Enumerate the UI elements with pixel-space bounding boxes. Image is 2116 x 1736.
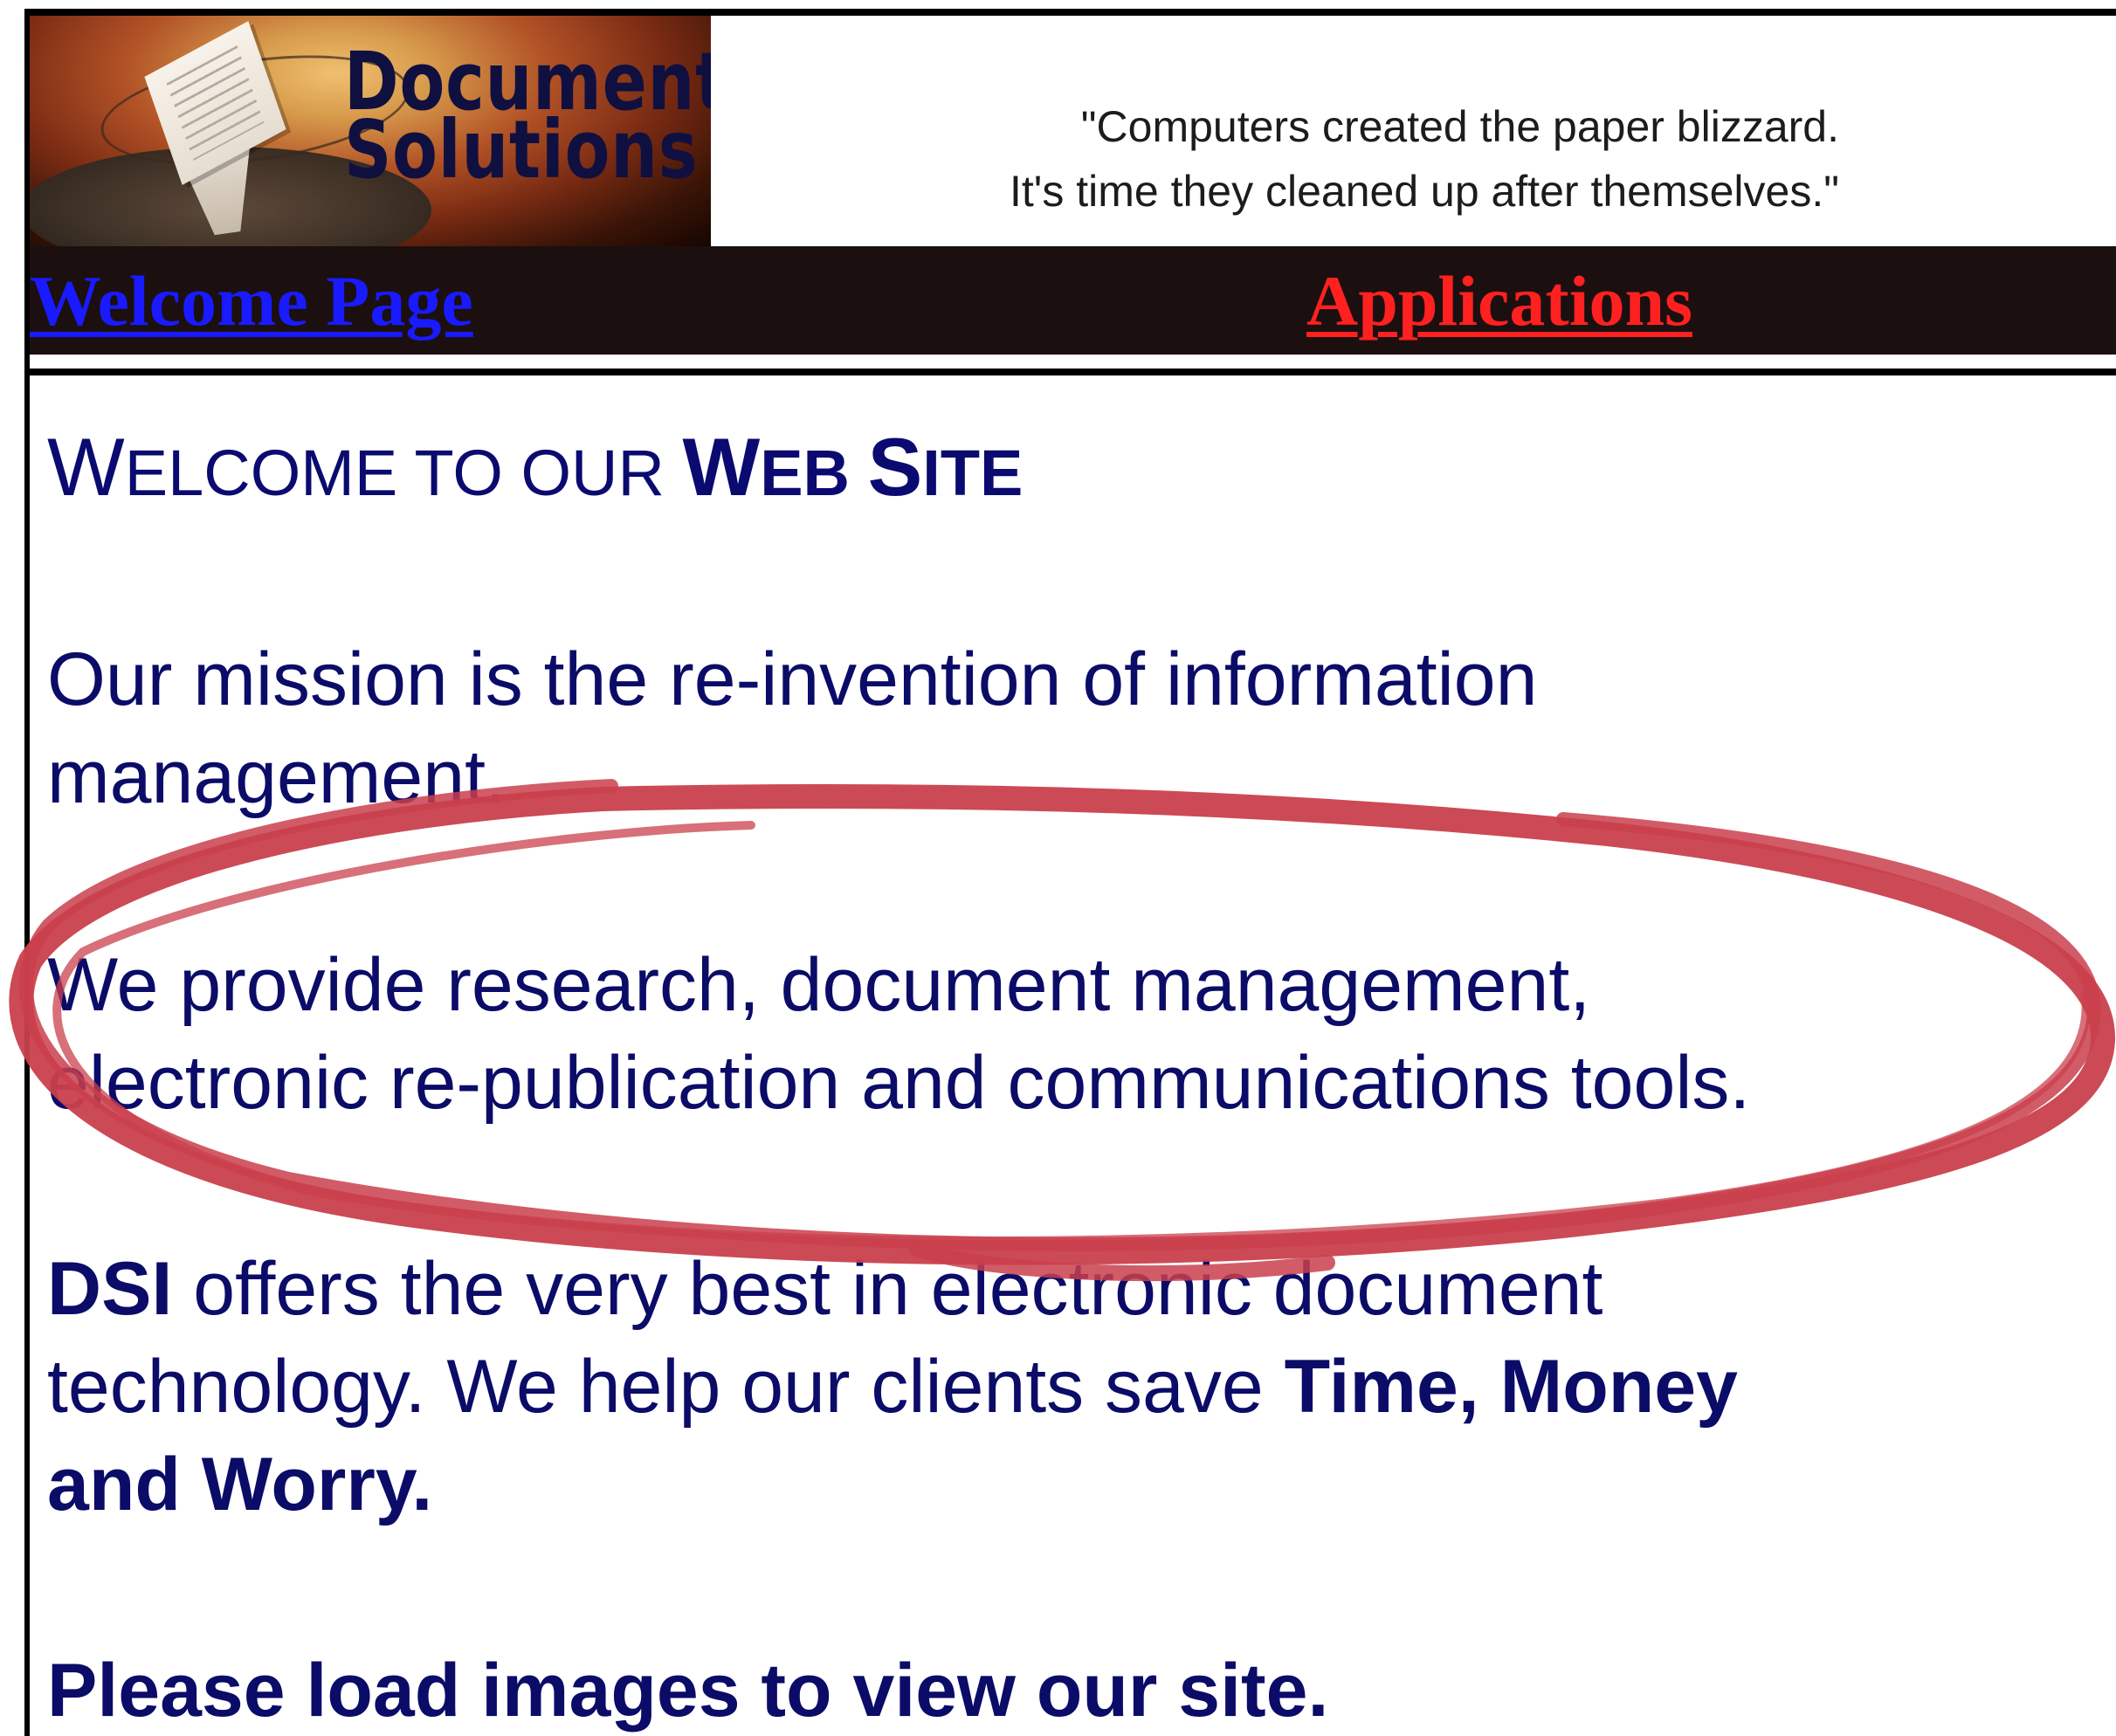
main-content: WELCOME TO OUR WEB SITE Our mission is t…	[24, 369, 2116, 1736]
services-paragraph: We provide research, document management…	[47, 936, 1750, 1132]
load-images-notice: Please load images to view our site.	[47, 1649, 1329, 1733]
mission-paragraph: Our mission is the re-invention of infor…	[47, 630, 1537, 826]
nav-bar: Welcome Page Applications	[24, 246, 2116, 355]
dsi-line-2-text: technology. We help our clients save	[47, 1345, 1285, 1429]
nav-divider	[24, 355, 2116, 369]
heading-w1: W	[47, 421, 125, 513]
dsi-line-2-bold: Time, Money	[1284, 1345, 1738, 1429]
services-line-2: electronic re-publication and communicat…	[47, 1041, 1751, 1125]
services-line-1: We provide research, document management…	[47, 943, 1591, 1027]
logo-text-solutions: Solutions	[344, 103, 699, 196]
heading-elcome-to-our: ELCOME TO OUR	[124, 437, 683, 509]
tagline-line-1: "Computers created the paper blizzard.	[1080, 102, 1839, 151]
heading-eb: EB	[760, 437, 868, 509]
mission-line-1: Our mission is the re-invention of infor…	[47, 637, 1538, 721]
page-title: WELCOME TO OUR WEB SITE	[47, 426, 1023, 508]
dsi-line-1-text: offers the very best in electronic docum…	[172, 1247, 1603, 1331]
mission-line-2: management.	[47, 735, 507, 819]
heading-w2: W	[682, 421, 761, 513]
heading-ite: ITE	[922, 437, 1024, 509]
nav-link-applications[interactable]: Applications	[1306, 265, 1692, 337]
page: Document Solutions "Computers created th…	[0, 0, 2116, 1736]
site-header: Document Solutions "Computers created th…	[24, 9, 2116, 246]
heading-s: S	[867, 421, 923, 513]
dsi-line-3-bold: and Worry.	[47, 1443, 433, 1526]
dsi-name: DSI	[47, 1247, 173, 1331]
tagline-line-2: It's time they cleaned up after themselv…	[1010, 167, 1839, 216]
header-tagline: "Computers created the paper blizzard. I…	[721, 94, 1839, 224]
dsi-paragraph: DSI offers the very best in electronic d…	[47, 1240, 1738, 1533]
company-logo: Document Solutions	[30, 16, 711, 246]
nav-link-welcome-page[interactable]: Welcome Page	[30, 265, 473, 337]
